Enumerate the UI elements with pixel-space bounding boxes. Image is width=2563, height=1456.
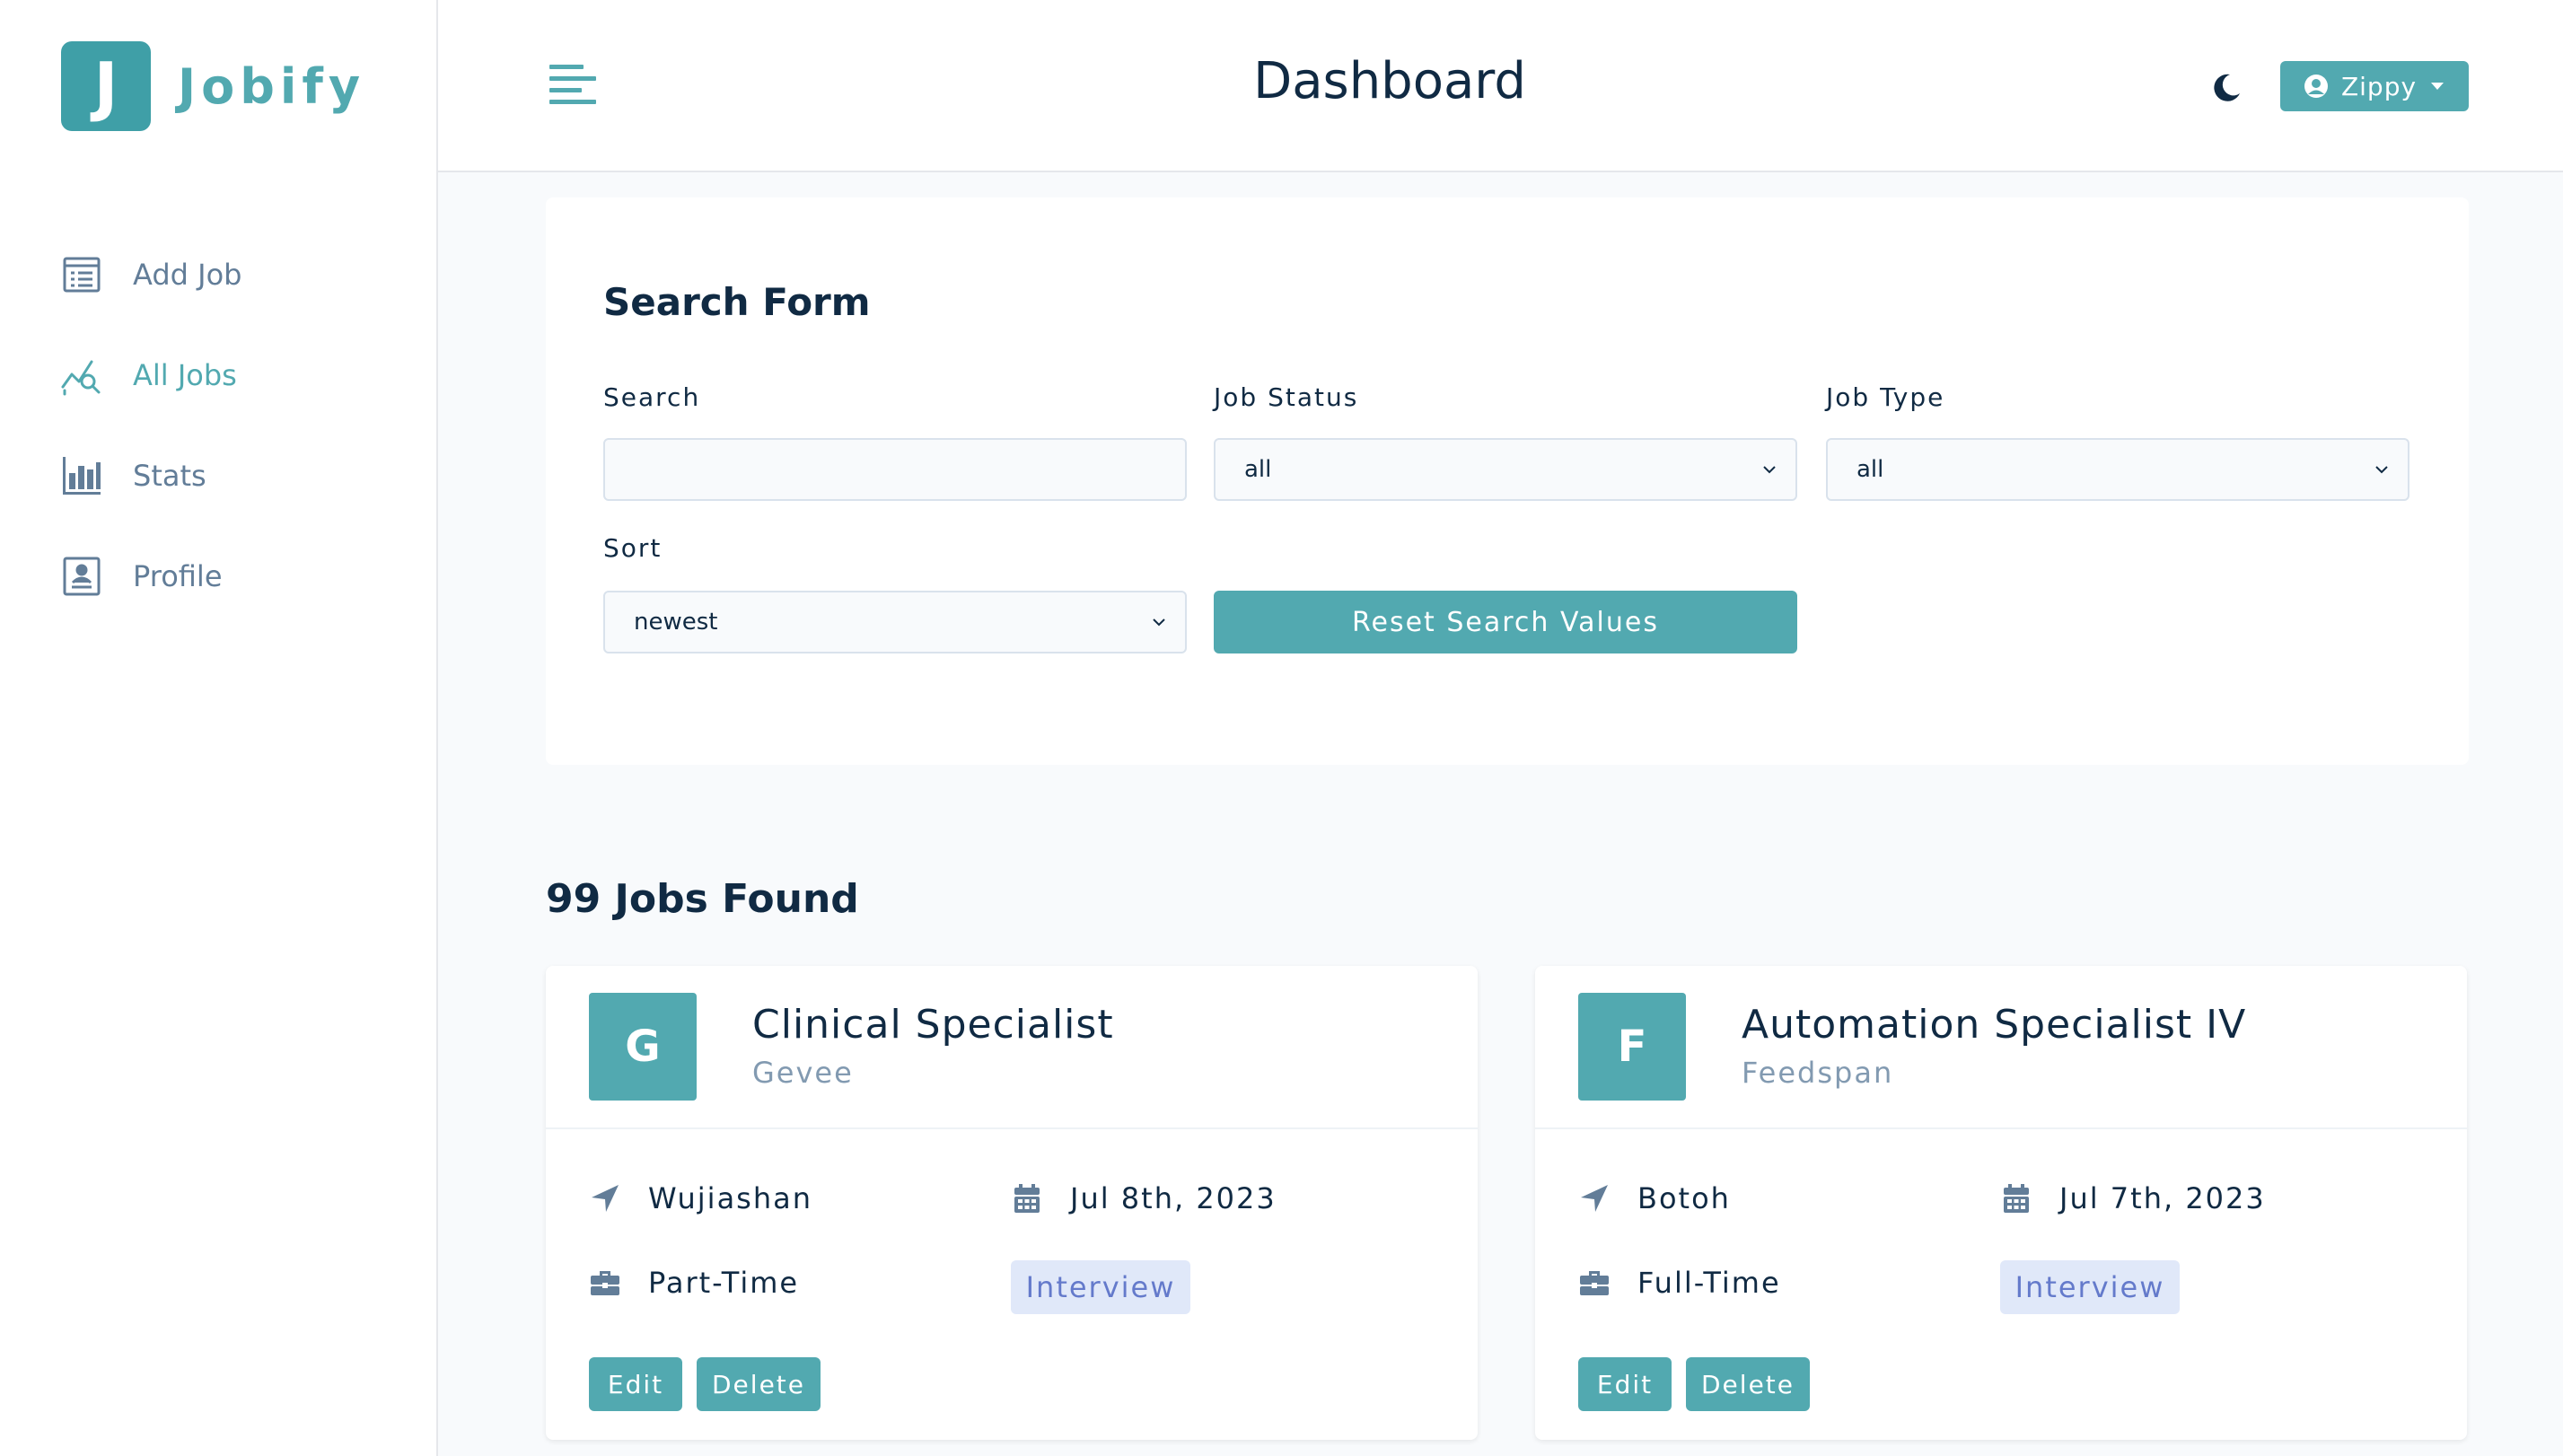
user-circle-icon [2304, 75, 2328, 98]
briefcase-icon [1578, 1267, 1611, 1299]
jobs-count-heading: 99 Jobs Found [546, 876, 859, 922]
delete-job-button[interactable]: Delete [697, 1357, 821, 1411]
job-type-text: Part-Time [648, 1266, 800, 1300]
moon-icon [2214, 74, 2240, 101]
sidebar: J Jobify Add Job All Jobs Stats Profile [0, 0, 438, 1456]
job-type-label: Job Type [1826, 382, 1945, 412]
sidebar-item-stats[interactable]: Stats [61, 449, 241, 503]
edit-job-button[interactable]: Edit [1578, 1357, 1672, 1411]
job-card-header: F Automation Specialist IV Feedspan [1535, 966, 2467, 1129]
job-date-text: Jul 7th, 2023 [2059, 1181, 2266, 1215]
edit-job-button[interactable]: Edit [589, 1357, 682, 1411]
location-arrow-icon [1578, 1182, 1611, 1215]
chevron-down-icon [1763, 466, 1776, 474]
job-date: Jul 8th, 2023 [1011, 1181, 1277, 1215]
job-location-text: Botoh [1637, 1181, 1731, 1215]
job-status-label: Job Status [1214, 382, 1359, 412]
job-company: Feedspan [1742, 1056, 1894, 1090]
top-bar: Dashboard Zippy [438, 0, 2563, 172]
sort-select[interactable]: newest [603, 591, 1187, 653]
company-avatar: F [1578, 993, 1686, 1101]
stats-icon [61, 455, 102, 496]
location-arrow-icon [589, 1182, 621, 1215]
job-type: Part-Time [589, 1266, 799, 1300]
sidebar-item-label: All Jobs [133, 358, 237, 392]
status-badge: Interview [1011, 1260, 1190, 1314]
job-type: Full-Time [1578, 1266, 1781, 1300]
search-form-title: Search Form [603, 280, 871, 324]
job-date: Jul 7th, 2023 [2000, 1181, 2266, 1215]
job-position: Automation Specialist IV [1742, 1002, 2247, 1048]
job-location: Botoh [1578, 1181, 1731, 1215]
all-jobs-icon [61, 355, 102, 396]
user-menu-button[interactable]: Zippy [2280, 61, 2469, 111]
company-avatar: G [589, 993, 697, 1101]
status-badge: Interview [2000, 1260, 2180, 1314]
theme-toggle-button[interactable] [2212, 72, 2243, 102]
job-card-header: G Clinical Specialist Gevee [546, 966, 1478, 1129]
job-type-select[interactable]: all [1826, 438, 2409, 501]
job-date-text: Jul 8th, 2023 [1070, 1181, 1277, 1215]
job-type-value: all [1856, 456, 1884, 483]
sidebar-item-label: Add Job [133, 258, 242, 292]
calendar-icon [2000, 1182, 2032, 1215]
job-company: Gevee [752, 1056, 854, 1090]
reset-search-button[interactable]: Reset Search Values [1214, 591, 1797, 653]
job-card: G Clinical Specialist Gevee Wujiashan Ju… [546, 966, 1478, 1440]
user-name: Zippy [2340, 71, 2418, 101]
caret-down-icon [2431, 83, 2445, 90]
job-card: F Automation Specialist IV Feedspan Boto… [1535, 966, 2467, 1440]
job-position: Clinical Specialist [752, 1002, 1114, 1048]
search-label: Search [603, 382, 701, 412]
add-job-icon [61, 254, 102, 295]
briefcase-icon [589, 1267, 621, 1299]
sidebar-item-add-job[interactable]: Add Job [61, 248, 241, 302]
search-input[interactable] [634, 440, 1185, 499]
sort-value: newest [634, 609, 718, 636]
profile-icon [61, 556, 102, 597]
sidebar-item-profile[interactable]: Profile [61, 549, 241, 603]
chevron-down-icon [2375, 466, 2388, 474]
job-status-select[interactable]: all [1214, 438, 1797, 501]
job-location-text: Wujiashan [648, 1181, 813, 1215]
logo[interactable]: J Jobify [61, 41, 365, 131]
delete-job-button[interactable]: Delete [1686, 1357, 1810, 1411]
chevron-down-icon [1153, 618, 1165, 627]
sidebar-item-label: Stats [133, 459, 206, 493]
search-input-wrapper [603, 438, 1187, 501]
calendar-icon [1011, 1182, 1043, 1215]
sidebar-nav: Add Job All Jobs Stats Profile [61, 248, 241, 650]
sort-label: Sort [603, 533, 663, 563]
sidebar-item-all-jobs[interactable]: All Jobs [61, 348, 241, 402]
job-type-text: Full-Time [1637, 1266, 1781, 1300]
page-title: Dashboard [1253, 52, 1526, 110]
job-location: Wujiashan [589, 1181, 812, 1215]
sidebar-item-label: Profile [133, 559, 223, 593]
logo-mark: J [61, 41, 151, 131]
search-form-card: Search Form Search Job Status all Job Ty… [546, 197, 2469, 765]
logo-text: Jobify [178, 57, 366, 115]
job-status-value: all [1244, 456, 1272, 483]
